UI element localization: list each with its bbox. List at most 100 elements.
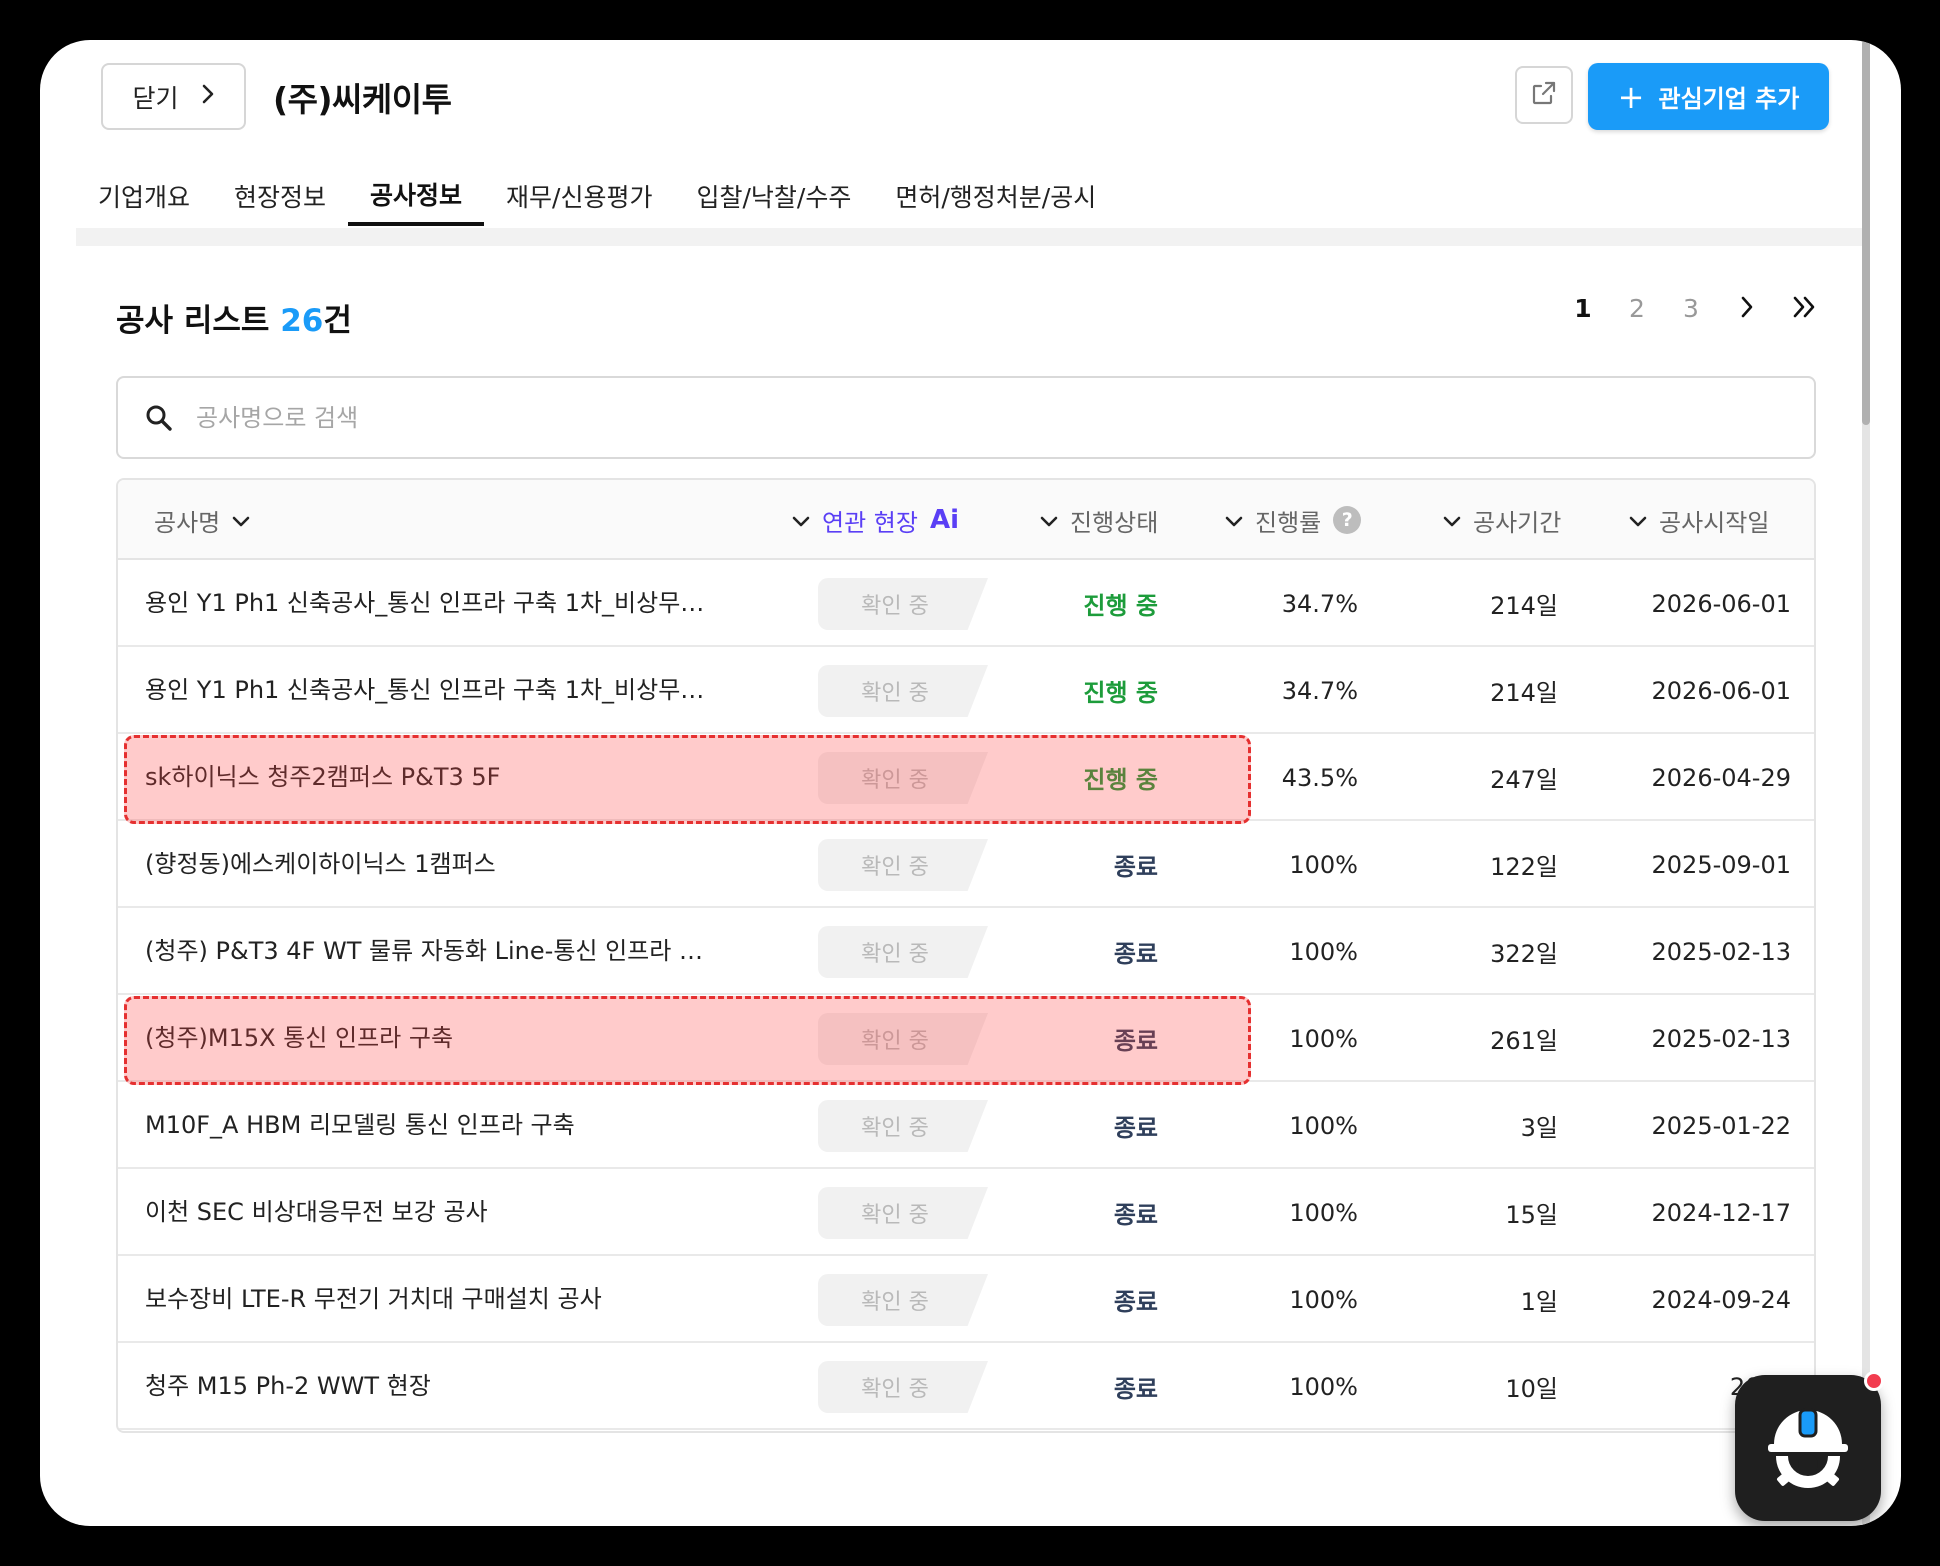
chevron-down-icon (1040, 506, 1058, 534)
table-row[interactable]: (향정동)에스케이하이닉스 1캠퍼스 확인 중 종료 100% 122일 2025-09-… (118, 821, 1814, 908)
next-page-button[interactable] (1718, 295, 1776, 323)
column-related-label: 연관 현장 (822, 508, 918, 537)
construction-name[interactable]: (청주)M15X 통신 인프라 구축 (145, 995, 725, 1082)
progress-rate: 100% (1289, 850, 1358, 879)
start-date: 2026-04-29 (1651, 763, 1791, 792)
column-header-related-site[interactable]: 연관 현장 Ai (792, 480, 959, 560)
progress-rate: 43.5% (1281, 763, 1358, 792)
start-date: 2026-06-01 (1651, 589, 1791, 618)
status-text: 종료 (1113, 940, 1158, 968)
progress-rate: 100% (1289, 937, 1358, 966)
table-row[interactable]: 용인 Y1 Ph1 신축공사_통신 인프라 구축 1차_비상무… 확인 중 진행 중… (118, 560, 1814, 647)
column-header-status[interactable]: 진행상태 (1040, 480, 1158, 560)
list-count: 26 (280, 303, 324, 339)
tab-finance-credit[interactable]: 재무/신용평가 (484, 166, 674, 226)
search-icon (144, 403, 174, 433)
scrollbar-thumb[interactable] (1862, 40, 1870, 425)
construction-name[interactable]: (청주) P&T3 4F WT 물류 자동화 Line-통신 인프라 구… (145, 908, 725, 995)
ai-badge: Ai (929, 505, 959, 535)
page-2[interactable]: 2 (1610, 294, 1664, 323)
construction-name[interactable]: 용인 Y1 Ph1 신축공사_통신 인프라 구축 1차_비상무… (145, 647, 725, 734)
last-page-button[interactable] (1776, 295, 1834, 323)
column-period-label: 공사기간 (1473, 508, 1562, 537)
device-frame: 닫기 (주)씨케이투 + 관심기업 추가 기업개요 현장정보 공사정보 재무/신… (0, 0, 1940, 1566)
construction-name[interactable]: sk하이닉스 청주2캠퍼스 P&T3 5F (145, 734, 725, 821)
table-row[interactable]: sk하이닉스 청주2캠퍼스 P&T3 5F 확인 중 진행 중 43.5% 247일 20… (118, 734, 1814, 821)
search-box (116, 376, 1816, 459)
chevron-down-icon (1443, 506, 1461, 534)
status-text: 종료 (1113, 1027, 1158, 1055)
page-3[interactable]: 3 (1664, 294, 1718, 323)
progress-rate: 100% (1289, 1024, 1358, 1053)
table-row[interactable]: 이천 SEC 비상대응무전 보강 공사 확인 중 종료 100% 15일 2024-12-… (118, 1169, 1814, 1256)
construction-name[interactable]: 보수장비 LTE-R 무전기 거치대 구매설치 공사 (145, 1256, 725, 1343)
tab-divider (76, 228, 1862, 246)
construction-name[interactable]: 청주 M15 Ph-2 WWT 현장 (145, 1343, 725, 1430)
double-chevron-right-icon (1792, 295, 1818, 323)
table-row[interactable]: 청주 M15 Ph-2 WWT 현장확인 중종료100%10일2024 (118, 1343, 1814, 1430)
progress-rate: 100% (1289, 1111, 1358, 1140)
construction-period: 3일 (1520, 1114, 1558, 1142)
tab-bar: 기업개요 현장정보 공사정보 재무/신용평가 입찰/낙찰/수주 면허/행정처분/… (76, 166, 1118, 226)
tab-site-info[interactable]: 현장정보 (212, 166, 348, 226)
status-text: 종료 (1113, 1114, 1158, 1142)
chevron-down-icon (792, 506, 810, 534)
progress-rate: 100% (1289, 1372, 1358, 1401)
construction-period: 10일 (1505, 1375, 1558, 1403)
start-date: 2025-01-22 (1651, 1111, 1791, 1140)
construction-name[interactable]: 용인 Y1 Ph1 신축공사_통신 인프라 구축 1차_비상무… (145, 560, 725, 647)
column-rate-label: 진행률 (1255, 508, 1322, 537)
page-1[interactable]: 1 (1556, 294, 1610, 323)
assistant-bot-button[interactable] (1735, 1375, 1881, 1521)
list-title-text: 공사 리스트 (116, 303, 270, 339)
construction-table: 공사명 연관 현장 Ai 진행상태 진행률 ? 공사기간 공사시작일 용인 Y1… (116, 478, 1816, 1433)
progress-rate: 100% (1289, 1198, 1358, 1227)
table-row[interactable]: M10F_A HBM 리모델링 통신 인프라 구축 확인 중 종료 100% 3일 202… (118, 1082, 1814, 1169)
status-text: 진행 중 (1083, 592, 1158, 620)
table-row[interactable]: 보수장비 LTE-R 무전기 거치대 구매설치 공사 확인 중 종료 100% 1일 20… (118, 1256, 1814, 1343)
start-date: 2024-12-17 (1651, 1198, 1791, 1227)
table-row[interactable]: (청주)M15X 통신 인프라 구축 확인 중 종료 100% 261일 2025-02-… (118, 995, 1814, 1082)
tab-construction-info[interactable]: 공사정보 (348, 166, 485, 226)
column-status-label: 진행상태 (1070, 508, 1159, 537)
construction-period: 214일 (1490, 679, 1558, 707)
progress-rate: 34.7% (1281, 676, 1358, 705)
column-header-start-date[interactable]: 공사시작일 (1629, 480, 1769, 560)
table-header: 공사명 연관 현장 Ai 진행상태 진행률 ? 공사기간 공사시작일 (118, 480, 1814, 560)
column-header-period[interactable]: 공사기간 (1443, 480, 1561, 560)
construction-period: 261일 (1490, 1027, 1558, 1055)
tab-license-disposition[interactable]: 면허/행정처분/공시 (873, 166, 1118, 226)
status-text: 종료 (1113, 1375, 1158, 1403)
help-icon[interactable]: ? (1333, 506, 1362, 534)
construction-name[interactable]: (향정동)에스케이하이닉스 1캠퍼스 (145, 821, 725, 908)
start-date: 2025-09-01 (1651, 850, 1791, 879)
construction-name[interactable]: M10F_A HBM 리모델링 통신 인프라 구축 (145, 1082, 725, 1169)
construction-period: 322일 (1490, 940, 1558, 968)
chevron-right-icon (201, 82, 215, 111)
tab-bid-award-order[interactable]: 입찰/낙찰/수주 (674, 166, 873, 226)
list-title: 공사 리스트 26건 (116, 295, 352, 340)
table-row[interactable]: (청주) P&T3 4F WT 물류 자동화 Line-통신 인프라 구… 확인 … (118, 908, 1814, 995)
pagination: 1 2 3 (1556, 294, 1834, 323)
search-input[interactable] (196, 403, 1756, 432)
start-date: 2026-06-01 (1651, 676, 1791, 705)
construction-period: 122일 (1490, 853, 1558, 881)
chevron-down-icon (1629, 506, 1647, 534)
construction-name[interactable]: 이천 SEC 비상대응무전 보강 공사 (145, 1169, 725, 1256)
status-text: 진행 중 (1083, 766, 1158, 794)
column-header-name[interactable]: 공사명 (154, 480, 250, 560)
add-interest-company-button[interactable]: + 관심기업 추가 (1588, 63, 1829, 130)
chevron-down-icon (1225, 506, 1243, 534)
column-header-rate[interactable]: 진행률 ? (1225, 480, 1362, 560)
table-row[interactable]: 용인 Y1 Ph1 신축공사_통신 인프라 구축 1차_비상무… 확인 중 진행 중… (118, 647, 1814, 734)
tab-company-overview[interactable]: 기업개요 (76, 166, 212, 226)
share-button[interactable] (1515, 66, 1573, 124)
app-screen: 닫기 (주)씨케이투 + 관심기업 추가 기업개요 현장정보 공사정보 재무/신… (40, 40, 1901, 1526)
close-button[interactable]: 닫기 (101, 63, 246, 130)
status-text: 종료 (1113, 853, 1158, 881)
progress-rate: 100% (1289, 1285, 1358, 1314)
construction-period: 214일 (1490, 592, 1558, 620)
construction-period: 1일 (1520, 1288, 1558, 1316)
column-start-label: 공사시작일 (1659, 508, 1770, 537)
plus-icon: + (1617, 77, 1645, 116)
